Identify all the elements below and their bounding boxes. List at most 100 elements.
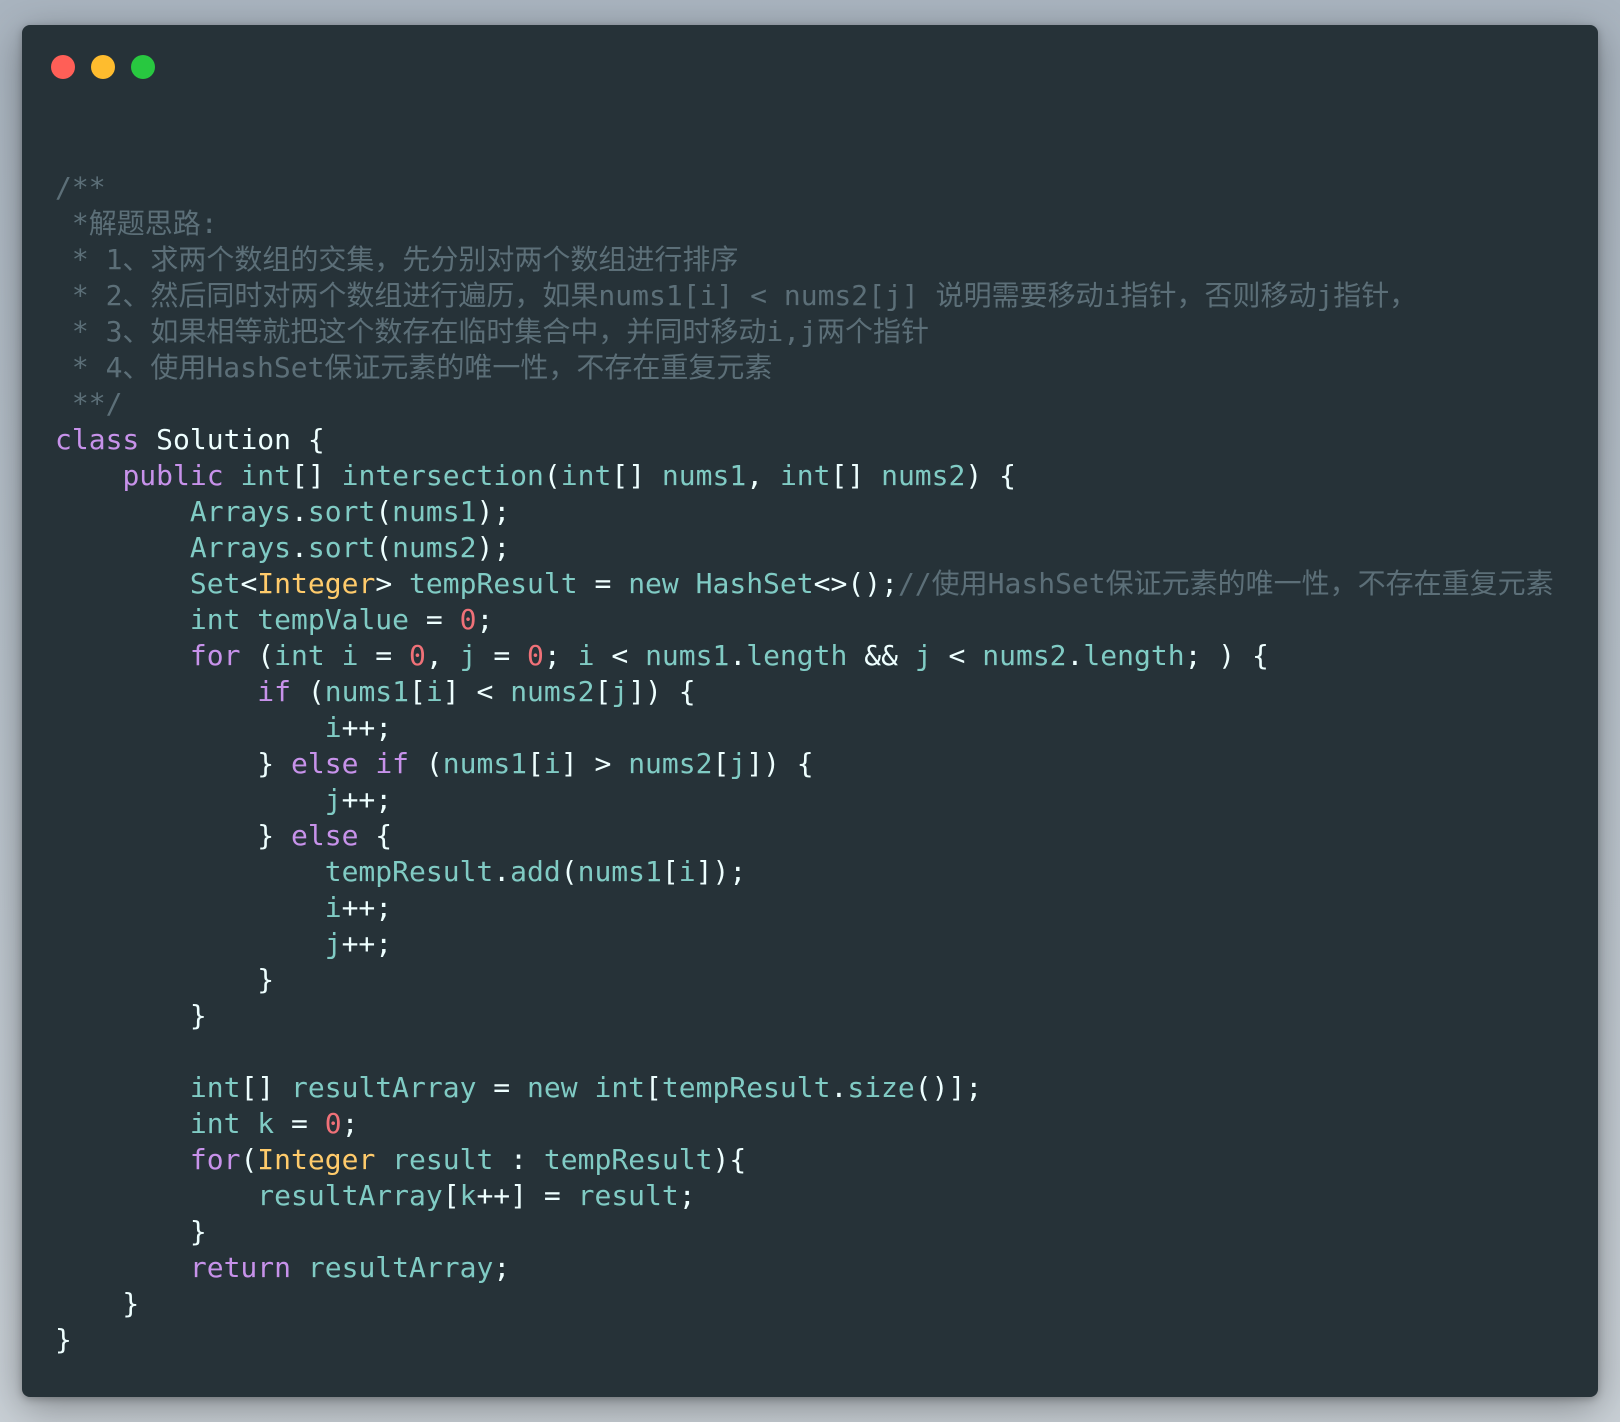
code-token-plain: } — [55, 1323, 72, 1356]
code-token-ident: tempResult — [409, 567, 578, 600]
code-line: if (nums1[i] < nums2[j]) { — [55, 674, 1554, 710]
code-token-plain: ]) { — [746, 747, 814, 780]
maximize-button[interactable] — [131, 55, 155, 79]
close-button[interactable] — [51, 55, 75, 79]
code-token-plain: ] < — [442, 675, 511, 708]
code-token-plain: } — [55, 819, 292, 852]
code-line: for(Integer result : tempResult){ — [55, 1142, 1554, 1178]
code-token-plain: . — [729, 639, 747, 672]
code-token-ident: i — [341, 639, 359, 672]
code-token-plain: . — [830, 1071, 848, 1104]
code-token-plain: ; — [476, 603, 494, 636]
code-token-plain: , — [746, 459, 780, 492]
code-token-keyword: if — [257, 675, 292, 708]
code-token-plain: ]) { — [628, 675, 696, 708]
code-token-plain: } — [55, 1287, 140, 1320]
code-token-plain: ; ) { — [1184, 639, 1269, 672]
code-token-plain: < — [931, 639, 983, 672]
code-token-plain: = — [476, 639, 528, 672]
code-token-plain: > — [375, 567, 410, 600]
code-token-plain: ++] = — [476, 1179, 578, 1212]
code-token-ident: tempResult — [324, 855, 494, 888]
code-token-ident: nums2 — [982, 639, 1067, 672]
code-token-type: int — [594, 1071, 646, 1104]
code-token-ident: k — [459, 1179, 477, 1212]
code-token-plain: [ — [712, 747, 730, 780]
code-token-comment: /** — [55, 171, 106, 204]
code-line: Arrays.sort(nums2); — [55, 530, 1554, 566]
code-token-plain: ){ — [712, 1143, 747, 1176]
code-token-plain: ( — [409, 747, 443, 780]
code-token-plain: } — [55, 963, 275, 996]
code-token-plain: . — [1066, 639, 1084, 672]
code-line: i++; — [55, 710, 1554, 746]
minimize-button[interactable] — [91, 55, 115, 79]
code-line: *解题思路: — [55, 206, 1554, 242]
code-token-ident: j — [324, 927, 342, 960]
code-line: j++; — [55, 926, 1554, 962]
code-token-ident: Arrays — [189, 495, 292, 528]
code-line: Arrays.sort(nums1); — [55, 494, 1554, 530]
code-line: } — [55, 1214, 1554, 1250]
code-token-ident: i — [324, 891, 342, 924]
code-token-plain: [ — [661, 855, 679, 888]
code-line: public int[] intersection(int[] nums1, i… — [55, 458, 1554, 494]
code-token-plain: [ — [527, 747, 544, 780]
code-token-plain: = — [577, 567, 629, 600]
code-token-ident: Set — [189, 567, 241, 600]
code-line: resultArray[k++] = result; — [55, 1178, 1554, 1214]
code-token-ident: i — [678, 855, 696, 888]
code-token-plain: [] — [240, 1071, 292, 1104]
code-token-ident: result — [577, 1179, 679, 1212]
code-line: } — [55, 1286, 1554, 1322]
code-line: int k = 0; — [55, 1106, 1554, 1142]
code-token-plain: [ — [594, 675, 612, 708]
code-token-plain: , — [425, 639, 460, 672]
code-token-plain: Solution { — [139, 423, 325, 456]
code-token-type: int — [240, 459, 292, 492]
code-token-plain: = — [274, 1107, 325, 1140]
code-line: /** — [55, 170, 1554, 206]
code-line: } — [55, 1322, 1554, 1358]
code-token-ident: size — [847, 1071, 915, 1104]
code-token-plain: && — [847, 639, 915, 672]
code-token-plain: ; — [543, 639, 578, 672]
code-token-plain: [ — [645, 1071, 662, 1104]
code-token-type: int — [274, 639, 325, 672]
code-token-ident: sort — [307, 531, 376, 564]
code-line: } else if (nums1[i] > nums2[j]) { — [55, 746, 1554, 782]
code-token-plain: ; — [341, 1107, 359, 1140]
code-token-ident: i — [324, 711, 342, 744]
code-token-plain: ); — [476, 495, 511, 528]
code-token-plain: [ — [409, 675, 426, 708]
code-token-plain: ++; — [341, 783, 393, 816]
code-token-ident: nums1 — [661, 459, 747, 492]
code-token-plain: ( — [375, 531, 393, 564]
code-token-plain: ; — [493, 1251, 511, 1284]
code-token-type: int — [189, 1071, 241, 1104]
code-token-plain: [ — [442, 1179, 460, 1212]
code-token-ident: tempValue — [257, 603, 410, 636]
code-token-plain: ( — [240, 639, 275, 672]
code-token-plain: } — [55, 999, 207, 1032]
code-line: return resultArray; — [55, 1250, 1554, 1286]
code-token-ident: nums2 — [881, 459, 966, 492]
code-token-ident: nums1 — [324, 675, 410, 708]
code-token-ident: HashSet — [695, 567, 814, 600]
code-token-ident: j — [729, 747, 747, 780]
code-token-ident: new — [628, 567, 679, 600]
code-token-plain: ( — [375, 495, 393, 528]
code-token-number: 0 — [459, 603, 477, 636]
